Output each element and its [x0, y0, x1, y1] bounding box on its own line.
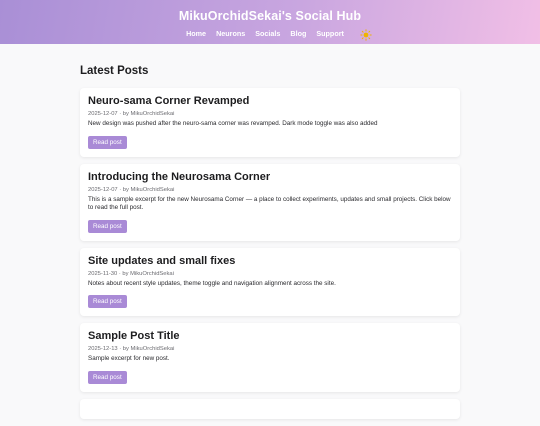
read-post-button[interactable]: Read post [88, 370, 127, 384]
post-title: Neuro-sama Corner Revamped [88, 95, 250, 107]
post-excerpt: New design was pushed after the neuro-sa… [88, 120, 378, 127]
nav-link-blog[interactable]: Blog [290, 29, 306, 38]
read-post-button[interactable]: Read post [88, 135, 127, 149]
post-card-partial [80, 398, 460, 419]
sun-icon[interactable] [360, 28, 372, 41]
post-excerpt: This is a sample excerpt for the new Neu… [88, 195, 451, 212]
post-excerpt: Sample excerpt for new post. [88, 355, 170, 362]
nav-link-support[interactable]: Support [316, 29, 344, 38]
post-excerpt: Notes about recent style updates, theme … [88, 279, 336, 287]
post-title: Site updates and small fixes [88, 254, 236, 267]
read-post-button[interactable]: Read post [88, 295, 127, 308]
post-meta: 2025-11-30 · by MikuOrchidSekai [88, 270, 174, 277]
section-title: Latest Posts [80, 65, 149, 77]
post-card: Site updates and small fixes 2025-11-30 … [80, 247, 460, 316]
main-content: Latest Posts Neuro-sama Corner Revamped … [80, 64, 460, 426]
site-header: MikuOrchidSekai's Social Hub Home Neuron… [0, 0, 540, 44]
post-card: Neuro-sama Corner Revamped 2025-12-07 · … [80, 88, 460, 157]
post-meta: 2025-12-13 · by MikuOrchidSekai [88, 346, 175, 352]
site-title: MikuOrchidSekai's Social Hub [178, 9, 362, 23]
read-post-button[interactable]: Read post [88, 219, 127, 233]
nav-link-home[interactable]: Home [186, 29, 206, 38]
post-title: Sample Post Title [88, 330, 180, 342]
post-title: Introducing the Neurosama Corner [88, 170, 271, 183]
post-meta: 2025-12-07 · by MikuOrchidSekai [88, 186, 175, 193]
post-meta: 2025-12-07 · by MikuOrchidSekai [88, 111, 175, 117]
post-card: Sample Post Title 2025-12-13 · by MikuOr… [80, 323, 460, 392]
post-card: Introducing the Neurosama Corner 2025-12… [80, 163, 460, 241]
nav-link-socials[interactable]: Socials [255, 29, 280, 38]
main-nav: Home Neurons Socials Blog Support [0, 26, 540, 41]
nav-link-neurons[interactable]: Neurons [216, 29, 245, 38]
